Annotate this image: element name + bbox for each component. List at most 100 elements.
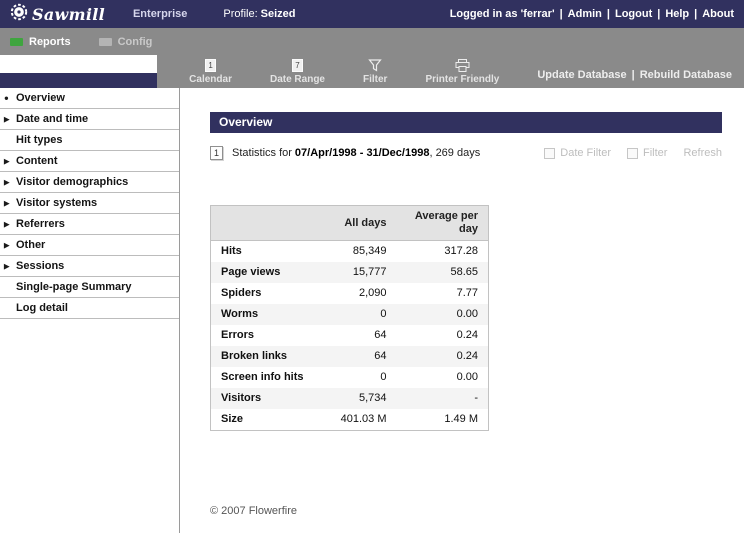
- table-row: Broken links 64 0.24: [211, 346, 489, 367]
- expand-arrow-icon: [4, 114, 9, 125]
- date-filter-group: Date Filter: [544, 147, 611, 159]
- sidebar-item-label: Referrers: [16, 218, 65, 230]
- sidebar-item-overview[interactable]: Overview: [0, 88, 179, 109]
- statistics-text: Statistics for07/Apr/1998 - 31/Dec/1998,…: [232, 147, 480, 159]
- row-label: Spiders: [211, 283, 315, 304]
- table-row: Visitors 5,734 -: [211, 388, 489, 409]
- separator: |: [560, 8, 563, 20]
- filter-button[interactable]: Filter: [363, 58, 387, 85]
- all-days-value: 5,734: [315, 388, 397, 409]
- rebuild-database-link[interactable]: Rebuild Database: [640, 69, 732, 81]
- sidebar-item-label: Overview: [16, 92, 65, 104]
- sidebar-item-hit-types[interactable]: Hit types: [0, 130, 179, 151]
- sidebar-item-label: Visitor systems: [16, 197, 97, 209]
- date-filter-checkbox[interactable]: [544, 148, 555, 159]
- tab-config[interactable]: Config: [99, 36, 153, 48]
- table-row: Screen info hits 0 0.00: [211, 367, 489, 388]
- tab-label: Reports: [29, 36, 71, 48]
- copyright-footer: © 2007 Flowerfire: [210, 505, 297, 517]
- logged-in-status: Logged in as 'ferrar': [450, 8, 555, 20]
- sidebar-header-gap: [0, 55, 157, 73]
- logout-link[interactable]: Logout: [615, 8, 652, 20]
- saw-blade-icon: [10, 3, 28, 26]
- all-days-value: 15,777: [315, 262, 397, 283]
- overview-stats-table: All days Average per day Hits 85,349 317…: [210, 205, 489, 431]
- row-label: Visitors: [211, 388, 315, 409]
- page-title: Overview: [210, 112, 722, 133]
- avg-per-day-value: 0.00: [397, 367, 489, 388]
- sidebar-item-label: Sessions: [16, 260, 64, 272]
- avg-per-day-value: 0.24: [397, 346, 489, 367]
- about-link[interactable]: About: [702, 8, 734, 20]
- table-row: Page views 15,777 58.65: [211, 262, 489, 283]
- printer-friendly-button[interactable]: Printer Friendly: [425, 58, 499, 85]
- toolbar-row: 1 Calendar 7 Date Range Filter: [0, 55, 744, 88]
- table-row: Spiders 2,090 7.77: [211, 283, 489, 304]
- sidebar-item-sessions[interactable]: Sessions: [0, 256, 179, 277]
- date-range-icon: 7: [292, 58, 303, 72]
- filter-group: Filter: [627, 147, 667, 159]
- sawmill-app: Sawmill Enterprise Profile:Seized Logged…: [0, 0, 744, 533]
- stats-prefix: Statistics for: [232, 147, 292, 159]
- row-label: Size: [211, 409, 315, 431]
- stats-days-count: , 269 days: [429, 147, 480, 159]
- sidebar-item-referrers[interactable]: Referrers: [0, 214, 179, 235]
- table-header-row: All days Average per day: [211, 206, 489, 241]
- sidebar-item-other[interactable]: Other: [0, 235, 179, 256]
- sidebar-item-single-page-summary[interactable]: Single-page Summary: [0, 277, 179, 298]
- tool-label: Calendar: [189, 74, 232, 85]
- tab-label: Config: [118, 36, 153, 48]
- admin-link[interactable]: Admin: [568, 8, 602, 20]
- edition-label: Enterprise: [133, 8, 187, 20]
- filter-label: Filter: [643, 147, 667, 159]
- all-days-value: 85,349: [315, 241, 397, 263]
- calendar-page-number: 1: [205, 59, 216, 72]
- all-days-value: 0: [315, 304, 397, 325]
- expand-arrow-icon: [4, 240, 9, 251]
- row-label: Worms: [211, 304, 315, 325]
- sidebar-item-label: Single-page Summary: [16, 281, 132, 293]
- row-label: Broken links: [211, 346, 315, 367]
- reports-sidebar: Overview Date and time Hit types Content…: [0, 88, 180, 533]
- sidebar-item-date-and-time[interactable]: Date and time: [0, 109, 179, 130]
- calendar-button[interactable]: 1 Calendar: [189, 58, 232, 85]
- profile-indicator: Profile:Seized: [223, 8, 295, 20]
- all-days-value: 0: [315, 367, 397, 388]
- sidebar-item-content[interactable]: Content: [0, 151, 179, 172]
- tab-reports[interactable]: Reports: [10, 36, 71, 48]
- calendar-icon: 1: [205, 58, 216, 72]
- help-link[interactable]: Help: [665, 8, 689, 20]
- sawmill-logo: Sawmill: [10, 3, 105, 26]
- date-range-button[interactable]: 7 Date Range: [270, 58, 325, 85]
- avg-per-day-value: 317.28: [397, 241, 489, 263]
- filter-checkbox[interactable]: [627, 148, 638, 159]
- sidebar-item-label: Content: [16, 155, 58, 167]
- table-row: Size 401.03 M 1.49 M: [211, 409, 489, 431]
- all-days-value: 2,090: [315, 283, 397, 304]
- row-label: Hits: [211, 241, 315, 263]
- date-filter-label: Date Filter: [560, 147, 611, 159]
- all-days-value: 401.03 M: [315, 409, 397, 431]
- sidebar-item-label: Hit types: [16, 134, 62, 146]
- sidebar-header: [0, 55, 157, 88]
- sidebar-item-visitor-demographics[interactable]: Visitor demographics: [0, 172, 179, 193]
- reports-tab-icon: [10, 38, 23, 46]
- user-links: Logged in as 'ferrar' | Admin | Logout |…: [450, 8, 734, 20]
- profile-value: Seized: [261, 8, 296, 20]
- refresh-button[interactable]: Refresh: [683, 147, 722, 159]
- update-database-link[interactable]: Update Database: [537, 69, 626, 81]
- expand-arrow-icon: [4, 198, 9, 209]
- separator: |: [607, 8, 610, 20]
- statistics-row: 1 Statistics for07/Apr/1998 - 31/Dec/199…: [210, 146, 722, 160]
- report-toolbar: 1 Calendar 7 Date Range Filter: [157, 55, 744, 88]
- sidebar-header-bar: [0, 73, 157, 88]
- all-days-value: 64: [315, 325, 397, 346]
- active-bullet-icon: [4, 93, 9, 104]
- avg-per-day-value: 1.49 M: [397, 409, 489, 431]
- tool-label: Date Range: [270, 74, 325, 85]
- sidebar-item-visitor-systems[interactable]: Visitor systems: [0, 193, 179, 214]
- app-logo-text: Sawmill: [32, 5, 105, 24]
- column-header-blank: [211, 206, 315, 241]
- day-page-icon: 1: [210, 146, 223, 160]
- sidebar-item-log-detail[interactable]: Log detail: [0, 298, 179, 319]
